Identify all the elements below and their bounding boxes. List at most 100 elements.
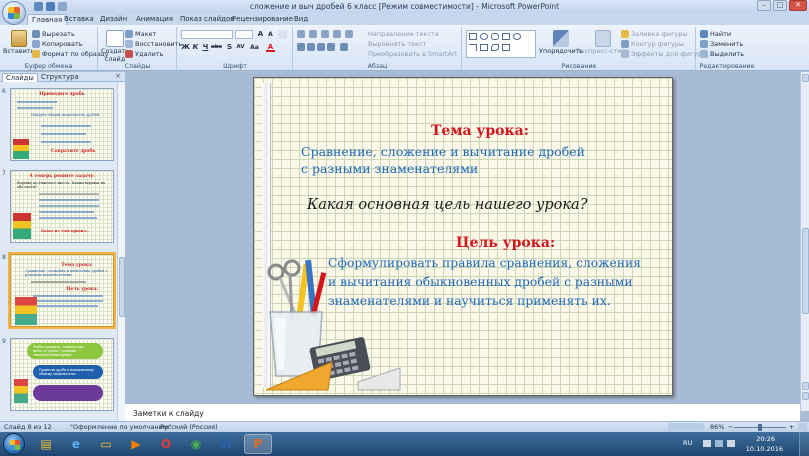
rounded-rect-shape-icon[interactable] xyxy=(491,33,499,40)
grow-font-button[interactable]: A xyxy=(256,30,265,39)
clear-format-icon[interactable] xyxy=(278,30,287,39)
font-size-combo[interactable] xyxy=(235,30,253,39)
opera-icon[interactable]: O xyxy=(152,434,180,454)
line-spacing-icon[interactable] xyxy=(345,30,353,38)
brace-shape-icon[interactable] xyxy=(491,44,499,51)
numbering-icon[interactable] xyxy=(309,30,317,38)
slide-question[interactable]: Какая основная цель нашего урока? xyxy=(307,197,587,213)
layout-button[interactable]: Макет xyxy=(135,30,156,38)
tab-design[interactable]: Дизайн xyxy=(96,14,131,25)
minimize-button[interactable]: – xyxy=(757,0,771,11)
align-text-button[interactable]: Выровнять текст xyxy=(368,40,426,48)
maximize-button[interactable]: □ xyxy=(773,0,787,11)
oval-shape-icon[interactable] xyxy=(480,33,488,40)
theme-name[interactable]: "Оформление по умолчанию" xyxy=(70,423,171,431)
decrease-indent-icon[interactable] xyxy=(321,30,329,38)
tab-insert[interactable]: Вставка xyxy=(60,14,98,25)
tab-outline[interactable]: Структура xyxy=(38,73,82,82)
replace-button[interactable]: Заменить xyxy=(710,40,743,48)
chrome-icon[interactable]: ◉ xyxy=(182,434,210,454)
tab-slides[interactable]: Слайды xyxy=(2,73,38,82)
prev-slide-icon[interactable] xyxy=(802,382,809,390)
copy-button[interactable]: Копировать xyxy=(42,40,83,48)
align-right-icon[interactable] xyxy=(317,43,325,51)
panel-scrollbar[interactable] xyxy=(117,82,125,421)
paste-button[interactable]: Вставить xyxy=(3,30,34,55)
text-direction-button[interactable]: Направление текста xyxy=(368,30,439,38)
justify-icon[interactable] xyxy=(327,43,335,51)
shrink-font-button[interactable]: A xyxy=(266,30,275,39)
slide-thumbnail-8[interactable]: Тема урока: Сравнение, сложение и вычита… xyxy=(8,252,116,329)
smartart-button[interactable]: Преобразовать в SmartArt xyxy=(368,50,457,58)
rectangle-shape-icon[interactable] xyxy=(469,33,477,40)
slide-thumbnail-7[interactable]: А теперь решите задачу: Веревку из тяжел… xyxy=(10,170,114,243)
columns-icon[interactable] xyxy=(340,43,348,51)
close-button[interactable]: ✕ xyxy=(789,0,807,11)
cut-button[interactable]: Вырезать xyxy=(42,30,75,38)
slide-vertical-scrollbar[interactable] xyxy=(800,72,809,411)
clock-date[interactable]: 10.10.2016 xyxy=(746,445,783,453)
strikethrough-button[interactable]: abc xyxy=(211,43,222,52)
italic-button[interactable]: К xyxy=(191,43,200,52)
windows-explorer-icon[interactable]: ▭ xyxy=(92,434,120,454)
delete-button[interactable]: Удалить xyxy=(135,50,163,58)
tab-view[interactable]: Вид xyxy=(290,14,312,25)
show-desktop-button[interactable] xyxy=(799,432,809,456)
office-button[interactable] xyxy=(2,1,26,25)
shadow-button[interactable]: S xyxy=(225,43,234,52)
fit-window-icon[interactable] xyxy=(798,423,807,431)
network-icon[interactable] xyxy=(715,440,723,447)
textbox-shape-icon[interactable] xyxy=(502,33,510,40)
keyboard-language[interactable]: RU xyxy=(683,439,692,447)
select-button[interactable]: Выделить xyxy=(710,50,744,58)
slide-title[interactable]: Тема урока: xyxy=(431,123,529,139)
word-icon[interactable]: W xyxy=(212,434,240,454)
zoom-out-icon[interactable]: − xyxy=(728,423,733,431)
volume-icon[interactable] xyxy=(727,440,735,447)
zoom-slider-thumb[interactable] xyxy=(758,424,762,431)
zoom-level[interactable]: 86% xyxy=(710,423,724,431)
clock-time[interactable]: 20:26 xyxy=(756,435,775,443)
shape-effects-button[interactable]: Эффекты для фигур xyxy=(631,50,701,58)
scroll-up-icon[interactable] xyxy=(802,74,809,82)
line-shape-icon[interactable] xyxy=(469,44,477,51)
thumbnail-number: 9 xyxy=(2,338,6,345)
start-button[interactable] xyxy=(3,433,25,455)
powerpoint-icon[interactable]: P xyxy=(244,434,272,454)
change-case-button[interactable]: Aa xyxy=(250,43,259,52)
slide-subtitle-line1[interactable]: Сравнение, сложение и вычитание дробей xyxy=(301,143,585,160)
tab-animation[interactable]: Анимация xyxy=(132,14,177,25)
slide-thumbnail-9[interactable]: Чтобы сравнить, сложить или вычесть дроб… xyxy=(10,338,114,411)
view-buttons[interactable] xyxy=(668,423,704,431)
underline-button[interactable]: Ч xyxy=(201,43,210,52)
bold-button[interactable]: Ж xyxy=(181,43,190,52)
star-shape-icon[interactable] xyxy=(502,44,510,51)
tray-arrow-icon[interactable] xyxy=(703,440,711,447)
align-left-icon[interactable] xyxy=(297,43,305,51)
internet-explorer-icon[interactable]: e xyxy=(62,434,90,454)
font-color-button[interactable]: A xyxy=(266,43,275,52)
scroll-thumb[interactable] xyxy=(802,228,809,314)
zoom-in-icon[interactable]: + xyxy=(789,423,794,431)
media-player-icon[interactable]: ▶ xyxy=(122,434,150,454)
close-panel-icon[interactable]: × xyxy=(115,72,121,80)
circle-shape-icon[interactable] xyxy=(513,33,521,40)
next-slide-icon[interactable] xyxy=(802,392,809,400)
shape-fill-button[interactable]: Заливка фигуры xyxy=(631,30,688,38)
file-explorer-icon[interactable]: ▤ xyxy=(32,434,60,454)
shape-outline-button[interactable]: Контур фигуры xyxy=(631,40,684,48)
slide-goal-title[interactable]: Цель урока: xyxy=(456,235,555,251)
find-button[interactable]: Найти xyxy=(710,30,731,38)
bullets-icon[interactable] xyxy=(297,30,305,38)
arrow-shape-icon[interactable] xyxy=(480,44,488,51)
slide-subtitle-line2[interactable]: с разными знаменателями xyxy=(301,161,478,176)
notes-pane[interactable]: Заметки к слайду xyxy=(125,403,800,421)
spacing-button[interactable]: AV xyxy=(236,43,245,52)
align-center-icon[interactable] xyxy=(307,43,315,51)
reset-button[interactable]: Восстановить xyxy=(135,40,182,48)
slide-thumbnail-6[interactable]: Приведите дробь Найдите общий знаменател… xyxy=(10,88,114,161)
font-name-combo[interactable] xyxy=(181,30,233,39)
language-indicator[interactable]: Русский (Россия) xyxy=(160,423,218,431)
increase-indent-icon[interactable] xyxy=(333,30,341,38)
tab-review[interactable]: Рецензирование xyxy=(228,14,297,25)
